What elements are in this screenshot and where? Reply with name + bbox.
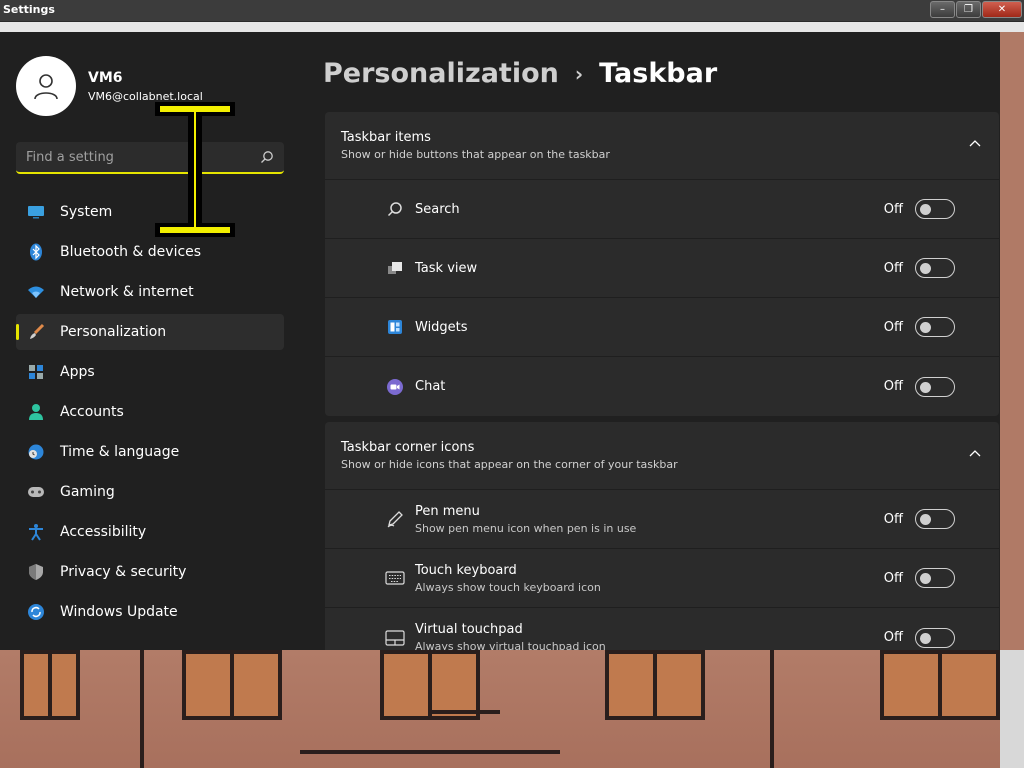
sidebar-item-label: Time & language (60, 444, 180, 460)
text-cursor-icon (155, 102, 235, 237)
breadcrumb: Personalization › Taskbar (323, 58, 717, 89)
toggle-state: Off (883, 319, 903, 335)
virtual-touchpad-toggle[interactable] (915, 627, 955, 648)
sidebar-item-label: System (60, 204, 113, 220)
setting-row-chat: Chat Off (325, 357, 999, 416)
setting-label: Virtual touchpad (415, 622, 523, 637)
touch-keyboard-toggle[interactable] (915, 568, 955, 588)
desktop-edge (1000, 650, 1024, 768)
minimize-button[interactable]: – (930, 1, 955, 18)
widgets-icon (385, 317, 405, 337)
setting-row-virtual-touchpad: Virtual touchpad Always show virtual tou… (325, 608, 999, 650)
toggle-state: Off (883, 260, 903, 276)
chevron-right-icon: › (574, 61, 584, 86)
setting-row-pen-menu: Pen menu Show pen menu icon when pen is … (325, 490, 999, 549)
group-subtitle: Show or hide buttons that appear on the … (341, 148, 610, 161)
setting-label: Chat (415, 379, 446, 394)
shield-icon (26, 562, 46, 582)
pen-menu-toggle[interactable] (915, 509, 955, 529)
sidebar-item-accounts[interactable]: Accounts (16, 394, 284, 430)
sidebar-item-apps[interactable]: Apps (16, 354, 284, 390)
keyboard-icon (385, 568, 405, 588)
sidebar-item-label: Accessibility (60, 524, 147, 540)
accessibility-icon (26, 522, 46, 542)
gamepad-icon (26, 482, 46, 502)
group-subtitle: Show or hide icons that appear on the co… (341, 458, 678, 471)
chat-icon (385, 377, 405, 397)
toggle-state: Off (883, 630, 903, 645)
sidebar-item-label: Apps (60, 364, 95, 380)
setting-row-task-view: Task view Off (325, 239, 999, 298)
setting-label: Touch keyboard (415, 562, 517, 578)
page-title: Taskbar (599, 58, 718, 89)
monitor-icon (26, 202, 46, 222)
task-view-toggle[interactable] (915, 258, 955, 278)
brush-icon (26, 322, 46, 342)
sidebar-item-label: Gaming (60, 484, 115, 500)
person-icon (34, 74, 58, 100)
setting-row-touch-keyboard: Touch keyboard Always show touch keyboar… (325, 549, 999, 608)
sidebar-item-time-language[interactable]: Time & language (16, 434, 284, 470)
chat-toggle[interactable] (915, 376, 955, 397)
avatar (16, 56, 76, 116)
sidebar-item-gaming[interactable]: Gaming (16, 474, 284, 510)
setting-label: Search (415, 201, 460, 217)
sidebar-item-label: Bluetooth & devices (60, 244, 202, 260)
search-toggle[interactable] (915, 199, 955, 219)
pen-icon (385, 509, 405, 529)
setting-description: Show pen menu icon when pen is in use (415, 521, 637, 535)
setting-label: Widgets (415, 319, 468, 335)
sidebar-item-label: Accounts (60, 404, 124, 420)
window-title-bar[interactable]: Settings – ❐ ✕ (0, 0, 1024, 22)
bluetooth-icon (26, 242, 46, 262)
sidebar-item-label: Privacy & security (60, 564, 187, 580)
sidebar-item-network[interactable]: Network & internet (16, 274, 284, 310)
toggle-state: Off (883, 379, 903, 394)
user-name: VM6 (88, 69, 123, 86)
sidebar-nav: System Bluetooth & devices Network & int… (16, 194, 284, 634)
chevron-up-icon[interactable] (969, 139, 981, 147)
window-title: Settings (3, 3, 55, 16)
sidebar-item-privacy[interactable]: Privacy & security (16, 554, 284, 590)
update-icon (26, 602, 46, 622)
task-view-icon (385, 258, 405, 278)
breadcrumb-parent[interactable]: Personalization (323, 58, 559, 89)
maximize-button[interactable]: ❐ (956, 1, 981, 18)
settings-content: Taskbar items Show or hide buttons that … (325, 112, 999, 650)
person-icon (26, 402, 46, 422)
group-title: Taskbar items (341, 130, 431, 145)
search-icon (385, 199, 405, 219)
sidebar-item-windows-update[interactable]: Windows Update (16, 594, 284, 630)
taskbar-items-group: Taskbar items Show or hide buttons that … (325, 112, 999, 416)
search-icon (261, 151, 273, 163)
taskbar-corner-icons-group: Taskbar corner icons Show or hide icons … (325, 422, 999, 650)
setting-description: Always show touch keyboard icon (415, 580, 601, 594)
chevron-up-icon[interactable] (969, 449, 981, 457)
group-title: Taskbar corner icons (341, 440, 475, 455)
clock-globe-icon (26, 442, 46, 462)
group-header[interactable]: Taskbar corner icons Show or hide icons … (325, 422, 999, 490)
toggle-state: Off (883, 511, 903, 527)
desktop-wallpaper (0, 650, 1000, 768)
sidebar-item-accessibility[interactable]: Accessibility (16, 514, 284, 550)
widgets-toggle[interactable] (915, 317, 955, 337)
sidebar-item-label: Network & internet (60, 284, 194, 300)
group-header[interactable]: Taskbar items Show or hide buttons that … (325, 112, 999, 180)
setting-label: Pen menu (415, 503, 480, 519)
toggle-state: Off (883, 570, 903, 586)
sidebar-item-personalization[interactable]: Personalization (16, 314, 284, 350)
setting-label: Task view (415, 260, 478, 276)
toggle-state: Off (883, 201, 903, 217)
setting-row-search: Search Off (325, 180, 999, 239)
sidebar-item-label: Windows Update (60, 604, 178, 620)
touchpad-icon (385, 628, 405, 648)
setting-row-widgets: Widgets Off (325, 298, 999, 357)
wifi-icon (26, 282, 46, 302)
close-button[interactable]: ✕ (982, 1, 1022, 18)
settings-app: VM6 VM6@collabnet.local System Bluetooth… (0, 32, 1000, 650)
sidebar-item-label: Personalization (60, 324, 167, 340)
menu-strip (0, 22, 1024, 32)
setting-description: Always show virtual touchpad icon (415, 640, 606, 650)
apps-icon (26, 362, 46, 382)
